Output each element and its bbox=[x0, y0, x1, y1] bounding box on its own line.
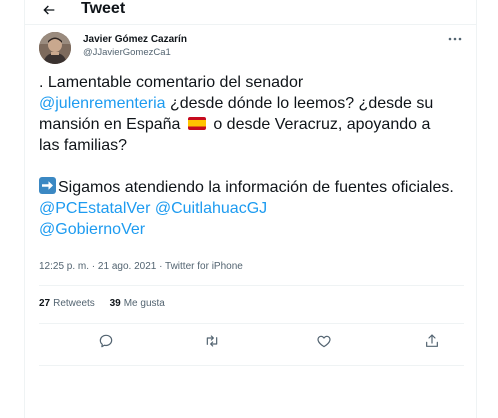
author-name[interactable]: Javier Gómez Cazarín bbox=[83, 33, 187, 46]
tweet-text: . Lamentable comentario del senador @jul… bbox=[39, 72, 459, 240]
tweet-text-segment: o desde Veracruz, apoyando a bbox=[208, 116, 431, 133]
retweet-button[interactable] bbox=[203, 332, 221, 350]
tweet-line: . Lamentable comentario del senador bbox=[39, 72, 459, 93]
like-button[interactable] bbox=[315, 332, 333, 350]
mention-link[interactable]: @julenrementeria bbox=[39, 95, 166, 112]
divider bbox=[39, 365, 464, 366]
reply-button[interactable] bbox=[97, 332, 115, 350]
likes-stat[interactable]: 39 Me gusta bbox=[110, 298, 165, 309]
tweet-text-segment: las familias? bbox=[39, 137, 128, 154]
more-horizontal-icon bbox=[448, 37, 462, 41]
mention-link[interactable]: @GobiernoVer bbox=[39, 221, 145, 238]
tweet-timestamp: 12:25 p. m. · 21 ago. 2021 · Twitter for… bbox=[39, 261, 243, 273]
tweet-text-segment: ¿desde dónde lo leemos? ¿desde su bbox=[165, 95, 434, 112]
mention-link[interactable]: @CuitlahuacGJ bbox=[155, 200, 267, 217]
mention-link[interactable]: @PCEstatalVer bbox=[39, 200, 150, 217]
tweet-date[interactable]: 21 ago. 2021 bbox=[98, 261, 156, 272]
page-header: Tweet bbox=[25, 0, 476, 25]
avatar[interactable] bbox=[39, 32, 71, 64]
tweet-paragraph: Sigamos atendiendo la información de fue… bbox=[39, 177, 459, 240]
more-options-button[interactable] bbox=[448, 34, 462, 44]
separator: · bbox=[156, 261, 166, 272]
arrow-left-icon bbox=[43, 5, 55, 15]
tweet-stats: 27 Retweets 39 Me gusta bbox=[39, 298, 177, 310]
back-button[interactable] bbox=[37, 0, 61, 22]
divider bbox=[39, 323, 464, 324]
share-icon bbox=[426, 334, 438, 347]
tweet-actions bbox=[39, 325, 464, 355]
heart-icon bbox=[317, 335, 331, 348]
spain-flag-icon bbox=[187, 117, 206, 130]
reply-icon bbox=[99, 334, 113, 348]
retweets-count: 27 bbox=[39, 298, 51, 309]
likes-label: Me gusta bbox=[123, 298, 165, 309]
avatar-image bbox=[39, 32, 71, 64]
tweet-text-segment: mansión en España bbox=[39, 116, 185, 133]
separator: · bbox=[89, 261, 98, 272]
tweet-line: mansión en España o desde Veracruz, apoy… bbox=[39, 114, 459, 135]
page-title: Tweet bbox=[81, 0, 126, 17]
tweet-detail-column: Tweet Javier Gómez Cazarín @JJavierGomez… bbox=[24, 0, 477, 418]
tweet-text-segment: Sigamos atendiendo la información de fue… bbox=[58, 179, 454, 196]
author-handle[interactable]: @JJavierGomezCa1 bbox=[83, 47, 171, 59]
tweet-line: las familias? bbox=[39, 135, 459, 156]
likes-count: 39 bbox=[109, 298, 121, 309]
divider bbox=[39, 285, 464, 286]
right-arrow-emoji-icon bbox=[39, 177, 56, 194]
tweet-line: @julenrementeria ¿desde dónde lo leemos?… bbox=[39, 93, 459, 114]
retweet-icon bbox=[206, 335, 218, 347]
retweets-label: Retweets bbox=[53, 298, 95, 309]
tweet-text-segment: . Lamentable comentario del senador bbox=[39, 74, 304, 91]
tweet-time[interactable]: 12:25 p. m. bbox=[39, 261, 89, 272]
retweets-stat[interactable]: 27 Retweets bbox=[39, 298, 95, 309]
tweet-source[interactable]: Twitter for iPhone bbox=[165, 261, 243, 272]
share-button[interactable] bbox=[423, 332, 441, 350]
